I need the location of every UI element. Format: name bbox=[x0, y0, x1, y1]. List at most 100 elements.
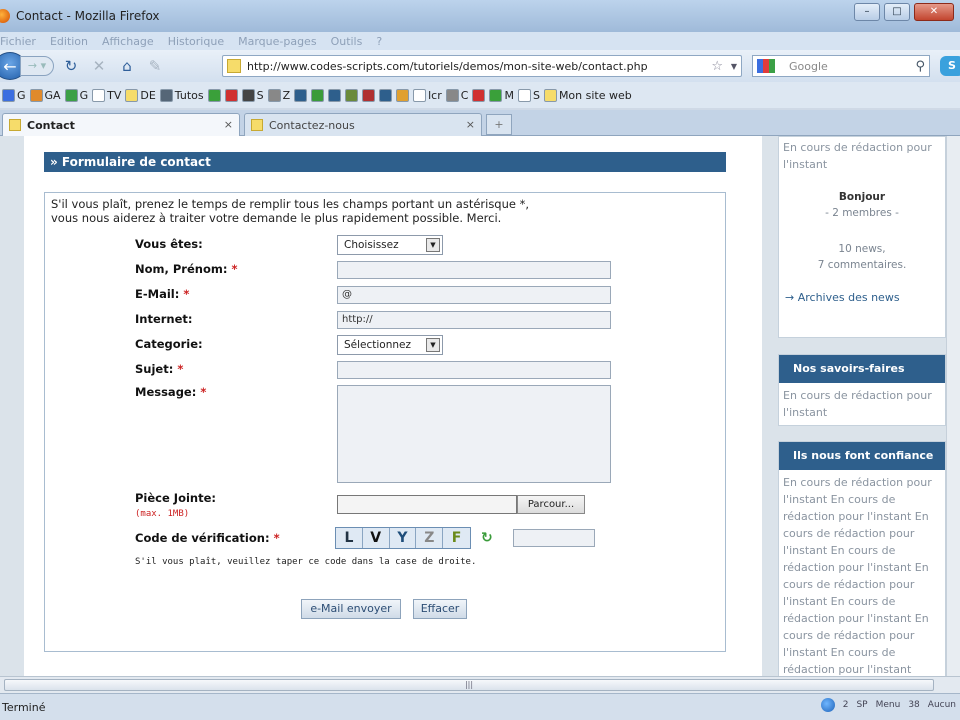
captcha-char: Y bbox=[390, 528, 417, 548]
maximize-button[interactable]: □ bbox=[884, 3, 910, 21]
minimize-button[interactable]: – bbox=[854, 3, 880, 21]
vertical-scrollbar[interactable] bbox=[946, 136, 960, 676]
stop-icon[interactable]: ✕ bbox=[88, 57, 110, 75]
menu-help[interactable]: ? bbox=[376, 35, 382, 48]
bookmark-item[interactable] bbox=[311, 88, 325, 102]
bookmark-item[interactable] bbox=[224, 88, 238, 102]
categorie-select[interactable]: Sélectionnez ▼ bbox=[337, 335, 443, 355]
savoirs-text: En cours de rédaction pour l'instant bbox=[783, 389, 932, 419]
bookmark-item[interactable]: S bbox=[241, 88, 264, 102]
bookmark-item[interactable] bbox=[294, 88, 308, 102]
bookmark-icon bbox=[396, 88, 410, 102]
bookmark-item[interactable]: G bbox=[2, 88, 26, 102]
bookmark-item[interactable]: Tutos bbox=[159, 88, 204, 102]
bookmark-item[interactable] bbox=[362, 88, 376, 102]
search-icon[interactable]: ⚲ bbox=[915, 59, 925, 74]
captcha-char: L bbox=[336, 528, 363, 548]
new-tab-button[interactable]: + bbox=[486, 114, 512, 135]
bookmark-item[interactable]: Mon site web bbox=[543, 88, 632, 102]
menu-fichier[interactable]: Fichier bbox=[0, 35, 36, 48]
home-icon[interactable]: ⌂ bbox=[116, 57, 138, 75]
bookmark-item[interactable]: TV bbox=[92, 88, 121, 102]
window-titlebar: Contact - Mozilla Firefox – □ ✕ bbox=[0, 0, 960, 32]
bookmark-item[interactable] bbox=[472, 88, 486, 102]
search-bar[interactable]: Google ⚲ bbox=[752, 55, 930, 77]
close-window-button[interactable]: ✕ bbox=[914, 3, 954, 21]
scrollbar-thumb[interactable]: ||| bbox=[4, 679, 934, 691]
bookmark-item[interactable] bbox=[396, 88, 410, 102]
url-dropdown-icon[interactable]: ▼ bbox=[727, 62, 741, 71]
menu-historique[interactable]: Historique bbox=[168, 35, 224, 48]
required-mark: * bbox=[177, 362, 184, 376]
bookmark-item[interactable]: M bbox=[489, 88, 514, 102]
intro-line-1: S'il vous plaît, prenez le temps de remp… bbox=[51, 197, 530, 211]
bookmark-icon bbox=[159, 88, 173, 102]
label-email: E-Mail: * bbox=[135, 287, 189, 301]
status-text: Terminé bbox=[2, 700, 46, 714]
navigation-toolbar: ← → ▾ ↻ ✕ ⌂ ✎ http://www.codes-scripts.c… bbox=[0, 50, 960, 82]
url-text[interactable]: http://www.codes-scripts.com/tutoriels/d… bbox=[247, 60, 711, 73]
bookmark-icon bbox=[362, 88, 376, 102]
menu-outils[interactable]: Outils bbox=[331, 35, 363, 48]
status-count: 2 bbox=[842, 700, 849, 710]
horizontal-scrollbar[interactable]: ||| bbox=[0, 676, 960, 693]
tab-contact[interactable]: Contact × bbox=[2, 113, 240, 136]
status-sp[interactable]: SP bbox=[856, 700, 867, 710]
bookmark-item[interactable]: lcr bbox=[413, 88, 442, 102]
captcha-input[interactable] bbox=[513, 529, 595, 547]
bookmark-item[interactable]: C bbox=[445, 88, 468, 102]
message-textarea[interactable] bbox=[337, 385, 611, 483]
news-count: 10 news, bbox=[838, 243, 886, 255]
tab-contactez-nous[interactable]: Contactez-nous × bbox=[244, 113, 482, 136]
bookmark-icon bbox=[207, 88, 221, 102]
tab-favicon-icon bbox=[9, 119, 21, 131]
label-text: Categorie: bbox=[135, 337, 203, 351]
firefox-icon bbox=[0, 9, 10, 23]
addon-icon[interactable]: ✎ bbox=[144, 57, 166, 75]
skype-icon[interactable]: S bbox=[940, 56, 960, 76]
menu-affichage[interactable]: Affichage bbox=[102, 35, 154, 48]
tab-close-icon[interactable]: × bbox=[224, 118, 233, 131]
label-text: Code de vérification: bbox=[135, 531, 270, 545]
reload-icon[interactable]: ↻ bbox=[60, 57, 82, 75]
bookmark-item[interactable]: Z bbox=[267, 88, 290, 102]
bookmark-item[interactable] bbox=[345, 88, 359, 102]
label-vous-etes: Vous êtes: bbox=[135, 237, 203, 251]
menu-marque-pages[interactable]: Marque-pages bbox=[238, 35, 316, 48]
page-viewport: » Formulaire de contact S'il vous plaît,… bbox=[0, 136, 960, 676]
globe-icon[interactable] bbox=[820, 698, 835, 712]
bookmark-star-icon[interactable]: ☆ bbox=[711, 59, 723, 74]
reset-button[interactable]: Effacer bbox=[413, 599, 467, 619]
submit-button[interactable]: e-Mail envoyer bbox=[301, 599, 401, 619]
bookmark-icon bbox=[328, 88, 342, 102]
status-menu[interactable]: Menu bbox=[876, 700, 901, 710]
google-engine-icon[interactable] bbox=[757, 59, 775, 73]
refresh-captcha-icon[interactable]: ↻ bbox=[481, 530, 493, 546]
bookmark-item[interactable] bbox=[328, 88, 342, 102]
bookmark-item[interactable] bbox=[207, 88, 221, 102]
email-input[interactable]: @ bbox=[337, 286, 611, 304]
bookmark-item[interactable]: G bbox=[64, 88, 88, 102]
captcha-char: V bbox=[363, 528, 390, 548]
search-input[interactable]: Google bbox=[789, 60, 915, 73]
internet-input[interactable]: http:// bbox=[337, 311, 611, 329]
vous-etes-select[interactable]: Choisissez ▼ bbox=[337, 235, 443, 255]
bookmark-label: S bbox=[532, 88, 540, 102]
comments-count: 7 commentaires. bbox=[817, 259, 907, 271]
tab-close-icon[interactable]: × bbox=[466, 118, 475, 131]
menu-edition[interactable]: Edition bbox=[50, 35, 88, 48]
bookmark-item[interactable] bbox=[379, 88, 393, 102]
browse-button[interactable]: Parcour... bbox=[517, 495, 585, 514]
archives-link[interactable]: → Archives des news bbox=[779, 291, 945, 304]
file-input[interactable] bbox=[337, 495, 517, 514]
url-bar[interactable]: http://www.codes-scripts.com/tutoriels/d… bbox=[222, 55, 742, 77]
bookmark-item[interactable]: S bbox=[517, 88, 540, 102]
bookmark-icon bbox=[345, 88, 359, 102]
bookmark-item[interactable]: GA bbox=[29, 88, 61, 102]
sujet-input[interactable] bbox=[337, 361, 611, 379]
bookmark-item[interactable]: DE bbox=[125, 88, 156, 102]
sidebar-info-box: En cours de rédaction pour l'instant Bon… bbox=[778, 136, 946, 338]
nom-input[interactable] bbox=[337, 261, 611, 279]
forward-button[interactable]: → ▾ bbox=[20, 56, 54, 76]
required-mark: * bbox=[183, 287, 190, 301]
